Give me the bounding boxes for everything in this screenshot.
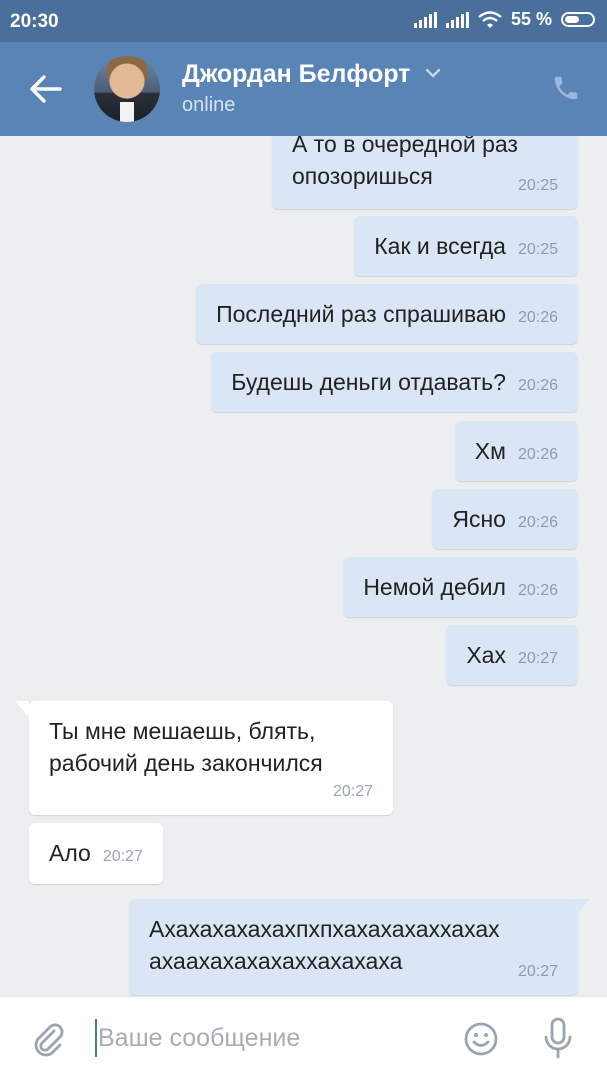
message-time: 20:26 xyxy=(517,582,558,599)
message-text: Будешь деньги отдавать? xyxy=(231,369,506,395)
message-text: Ало xyxy=(49,840,91,866)
message-text: Хах xyxy=(466,642,506,668)
battery-percent: 55 % xyxy=(510,9,552,29)
message-bubble-outgoing[interactable]: Последний раз спрашиваю 20:26 xyxy=(196,284,578,344)
phone-icon[interactable] xyxy=(551,73,581,103)
message-text: Последний раз спрашиваю xyxy=(216,301,506,327)
message-time: 20:27 xyxy=(517,963,558,980)
message-time: 20:27 xyxy=(517,650,558,667)
signal-icon xyxy=(445,11,469,28)
wifi-icon xyxy=(478,10,502,28)
status-bar: 20:30 55 % xyxy=(0,0,607,42)
message-text: А то в очередной раз опозоришься xyxy=(292,136,518,189)
message-text: Ясно xyxy=(452,506,506,532)
microphone-icon[interactable] xyxy=(543,1017,573,1059)
message-bubble-outgoing[interactable]: Немой дебил 20:26 xyxy=(343,557,578,617)
chevron-down-icon[interactable] xyxy=(425,67,441,79)
text-cursor xyxy=(95,1019,97,1057)
message-text: Ахахахахахахпхпхахахахаххахах ахаахахаха… xyxy=(149,916,500,974)
bubble-tail xyxy=(576,899,590,915)
message-time: 20:26 xyxy=(517,514,558,531)
message-time: 20:26 xyxy=(517,309,558,326)
avatar[interactable] xyxy=(94,56,160,122)
chat-header: Джордан Белфорт online xyxy=(0,42,607,136)
message-text: Ты мне мешаешь, блять, рабочий день зако… xyxy=(49,718,323,776)
message-text: Как и всегда xyxy=(374,233,506,259)
message-input[interactable] xyxy=(98,1021,438,1055)
message-bubble-outgoing[interactable]: Как и всегда 20:25 xyxy=(354,216,578,276)
contact-name[interactable]: Джордан Белфорт xyxy=(182,60,410,89)
signal-icon xyxy=(413,11,437,28)
message-bubble-incoming[interactable]: Ты мне мешаешь, блять, рабочий день зако… xyxy=(15,701,393,815)
message-bubble-outgoing[interactable]: Хм 20:26 xyxy=(454,421,578,481)
message-text: Хм xyxy=(474,438,506,464)
message-bubble-outgoing[interactable]: Будешь деньги отдавать? 20:26 xyxy=(211,352,578,412)
message-bubble-incoming[interactable]: Ало 20:27 xyxy=(29,823,163,884)
battery-icon xyxy=(561,12,595,27)
message-time: 20:27 xyxy=(102,848,143,865)
message-bubble-outgoing[interactable]: А то в очередной раз опозоришься 20:25 xyxy=(272,136,578,209)
message-list[interactable]: А то в очередной раз опозоришься 20:25 К… xyxy=(0,136,607,996)
message-bubble-outgoing[interactable]: Ясно 20:26 xyxy=(432,489,578,549)
status-time: 20:30 xyxy=(10,11,59,32)
message-composer xyxy=(0,996,607,1081)
paperclip-icon[interactable] xyxy=(30,1021,66,1057)
message-bubble-outgoing[interactable]: Хах 20:27 xyxy=(446,625,578,685)
emoji-icon[interactable] xyxy=(463,1021,499,1057)
message-time: 20:25 xyxy=(517,241,558,258)
message-time: 20:25 xyxy=(517,177,558,194)
back-arrow-icon[interactable] xyxy=(28,72,64,106)
message-bubble-outgoing[interactable]: Ахахахахахахпхпхахахахаххахах ахаахахаха… xyxy=(129,899,590,995)
message-time: 20:26 xyxy=(517,446,558,463)
message-text: Немой дебил xyxy=(363,574,506,600)
message-time: 20:27 xyxy=(332,783,373,800)
message-time: 20:26 xyxy=(517,377,558,394)
bubble-tail xyxy=(15,701,29,717)
presence-status: online xyxy=(182,94,236,116)
